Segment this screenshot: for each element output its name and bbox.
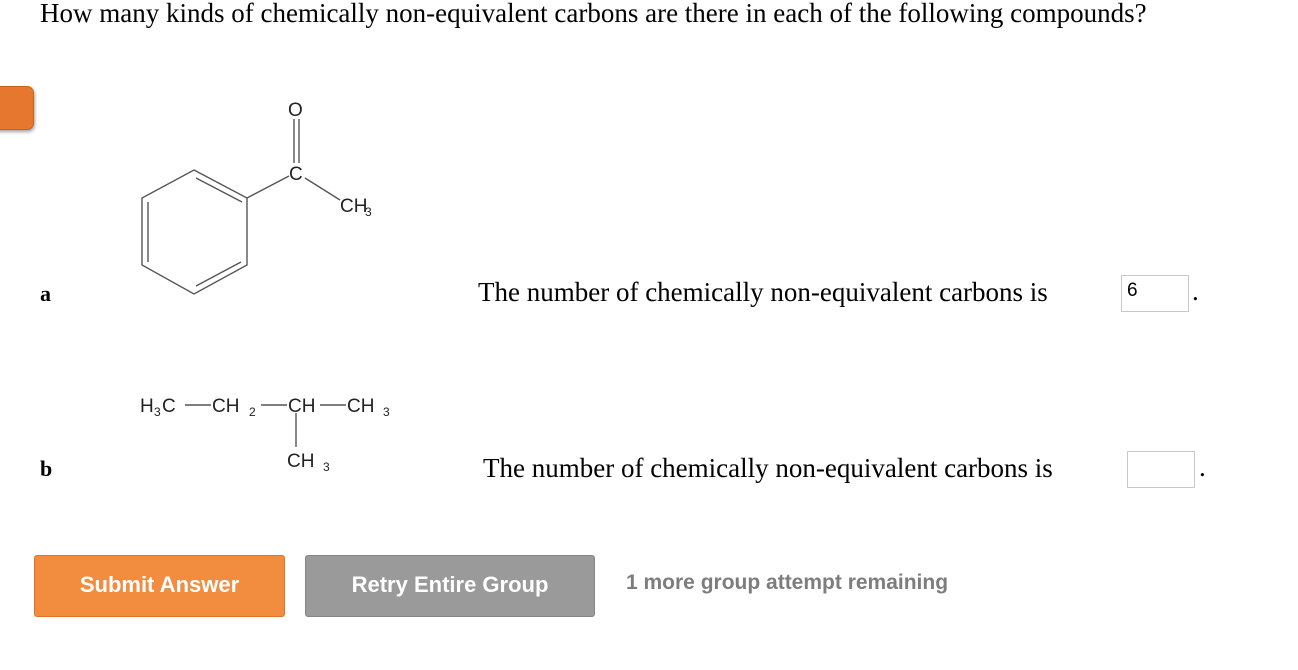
carbonyl-carbon-label: C xyxy=(289,164,303,185)
part-b-period: . xyxy=(1199,452,1206,482)
part-b-sentence: The number of chemically non-equivalent … xyxy=(483,453,1053,483)
c1-label: C xyxy=(162,396,176,417)
h3-label: H xyxy=(140,396,154,417)
methyl-sub-a: 3 xyxy=(365,205,372,219)
benzene-ring xyxy=(141,169,248,295)
retry-group-button[interactable]: Retry Entire Group xyxy=(305,555,595,617)
ch2-label: CH xyxy=(212,396,239,417)
part-a-label: a xyxy=(40,281,51,306)
oxygen-label: O xyxy=(288,100,303,121)
part-a-answer-input[interactable]: 6 xyxy=(1121,275,1189,312)
h3-sub: 3 xyxy=(154,405,161,419)
part-a-period: . xyxy=(1192,276,1199,306)
part-b-answer-input[interactable] xyxy=(1127,451,1195,488)
molecule-a-acetophenone xyxy=(141,119,341,295)
ch2-sub: 2 xyxy=(249,405,256,419)
part-a-sentence: The number of chemically non-equivalent … xyxy=(478,277,1048,307)
molecule-b-methylbutane xyxy=(185,404,346,447)
ch-label: CH xyxy=(288,396,315,417)
ch3-end-sub: 3 xyxy=(383,405,390,419)
ch3-branch-label: CH xyxy=(287,451,314,472)
part-b-label: b xyxy=(40,456,53,481)
ch3-branch-sub: 3 xyxy=(323,460,330,474)
attempts-remaining-text: 1 more group attempt remaining xyxy=(626,571,949,594)
submit-answer-button[interactable]: Submit Answer xyxy=(34,555,285,617)
ch3-end-label: CH xyxy=(347,396,374,417)
methyl-label-a: CH xyxy=(340,196,367,217)
